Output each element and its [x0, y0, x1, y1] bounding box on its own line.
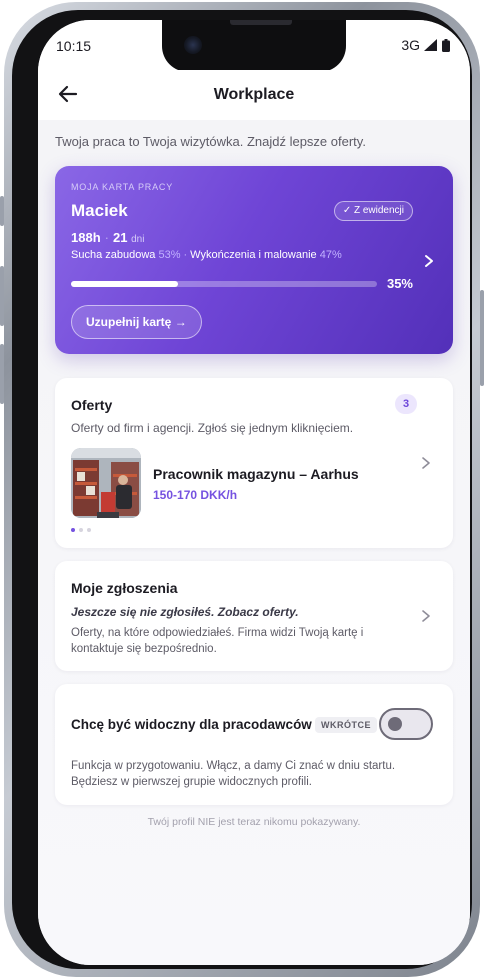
completion-progress-fill — [71, 281, 179, 287]
work-card[interactable]: MOJA KARTA PRACY Maciek ✓ Z ewidencji 18… — [55, 166, 453, 354]
pager-dot[interactable] — [79, 528, 83, 532]
visibility-card: Chcę być widoczny dla pracodawców WKRÓTC… — [55, 684, 453, 805]
skills-separator: · — [183, 249, 188, 261]
main-content: Twoja praca to Twoja wizytówka. Znajdź l… — [38, 120, 470, 965]
toggle-knob — [388, 717, 402, 731]
offers-card: Oferty 3 Oferty od firm i agencji. Zgłoś… — [55, 378, 453, 548]
verified-badge: ✓ Z ewidencji — [333, 201, 413, 221]
visibility-toggle[interactable] — [379, 708, 433, 740]
page-title: Workplace — [213, 86, 295, 103]
skill-pct: 47% — [319, 249, 342, 261]
pager-dot[interactable] — [87, 528, 91, 532]
pager-dot[interactable] — [71, 528, 75, 532]
power-button — [480, 290, 484, 386]
phone-bezel: 10:15 3G Workplace Twoja praca to Twoja … — [12, 10, 472, 969]
completion-progress-bar — [71, 281, 377, 287]
status-indicators: 3G — [401, 37, 450, 53]
hours-value: 188h — [71, 230, 101, 245]
job-rate: 150-170 DKK/h — [153, 488, 238, 502]
chevron-right-icon[interactable] — [421, 456, 431, 470]
speaker-grille — [230, 20, 292, 25]
stats-separator: · — [104, 230, 109, 245]
job-thumbnail[interactable] — [71, 448, 141, 518]
skill-name: Wykończenia i malowanie — [190, 249, 317, 261]
phone-frame: 10:15 3G Workplace Twoja praca to Twoja … — [4, 2, 480, 977]
carousel-pager — [71, 528, 91, 532]
visibility-footnote: Twój profil NIE jest teraz nikomu pokazy… — [147, 816, 361, 828]
work-stats: 188h · 21 dni — [71, 230, 144, 245]
offers-title: Oferty — [71, 397, 113, 413]
warehouse-photo — [71, 448, 141, 518]
offers-subtitle: Oferty od firm i agencji. Zgłoś się jedn… — [71, 421, 354, 435]
phone-screen: 10:15 3G Workplace Twoja praca to Twoja … — [38, 20, 470, 965]
front-camera — [184, 36, 202, 54]
job-title[interactable]: Pracownik magazynu – Aarhus — [153, 466, 359, 482]
applications-empty-text[interactable]: Jeszcze się nie zgłosiłeś. Zobacz oferty… — [71, 605, 299, 619]
chevron-right-icon[interactable] — [421, 609, 431, 623]
days-value: 21 — [112, 230, 128, 245]
worker-name: Maciek — [71, 201, 128, 220]
visibility-title: Chcę być widoczny dla pracodawców — [71, 717, 312, 732]
days-unit: dni — [131, 234, 145, 245]
skill-pct: 53% — [158, 249, 181, 261]
work-card-eyebrow: MOJA KARTA PRACY — [71, 182, 173, 192]
status-time: 10:15 — [56, 38, 92, 54]
skill-name: Sucha zabudowa — [71, 249, 156, 261]
applications-card[interactable]: Moje zgłoszenia Jeszcze się nie zgłosiłe… — [55, 561, 453, 671]
visibility-description: Funkcja w przygotowaniu. Włącz, a damy C… — [71, 760, 396, 788]
applications-title: Moje zgłoszenia — [71, 580, 178, 596]
app-header: Workplace — [38, 70, 470, 120]
signal-icon — [424, 39, 437, 51]
offers-count-badge: 3 — [395, 394, 417, 414]
notch — [162, 20, 346, 72]
intro-text: Twoja praca to Twoja wizytówka. Znajdź l… — [55, 134, 366, 149]
applications-description: Oferty, na które odpowiedziałeś. Firma w… — [71, 627, 364, 655]
chevron-right-icon[interactable] — [423, 254, 435, 268]
network-type: 3G — [401, 37, 420, 53]
battery-icon — [442, 38, 450, 52]
completion-percent: 35% — [386, 276, 413, 291]
coming-soon-badge: WKRÓTCE — [315, 717, 377, 733]
skills-breakdown: Sucha zabudowa 53% · Wykończenia i malowan… — [71, 249, 342, 261]
complete-card-button[interactable]: Uzupełnij kartę → — [71, 305, 202, 339]
